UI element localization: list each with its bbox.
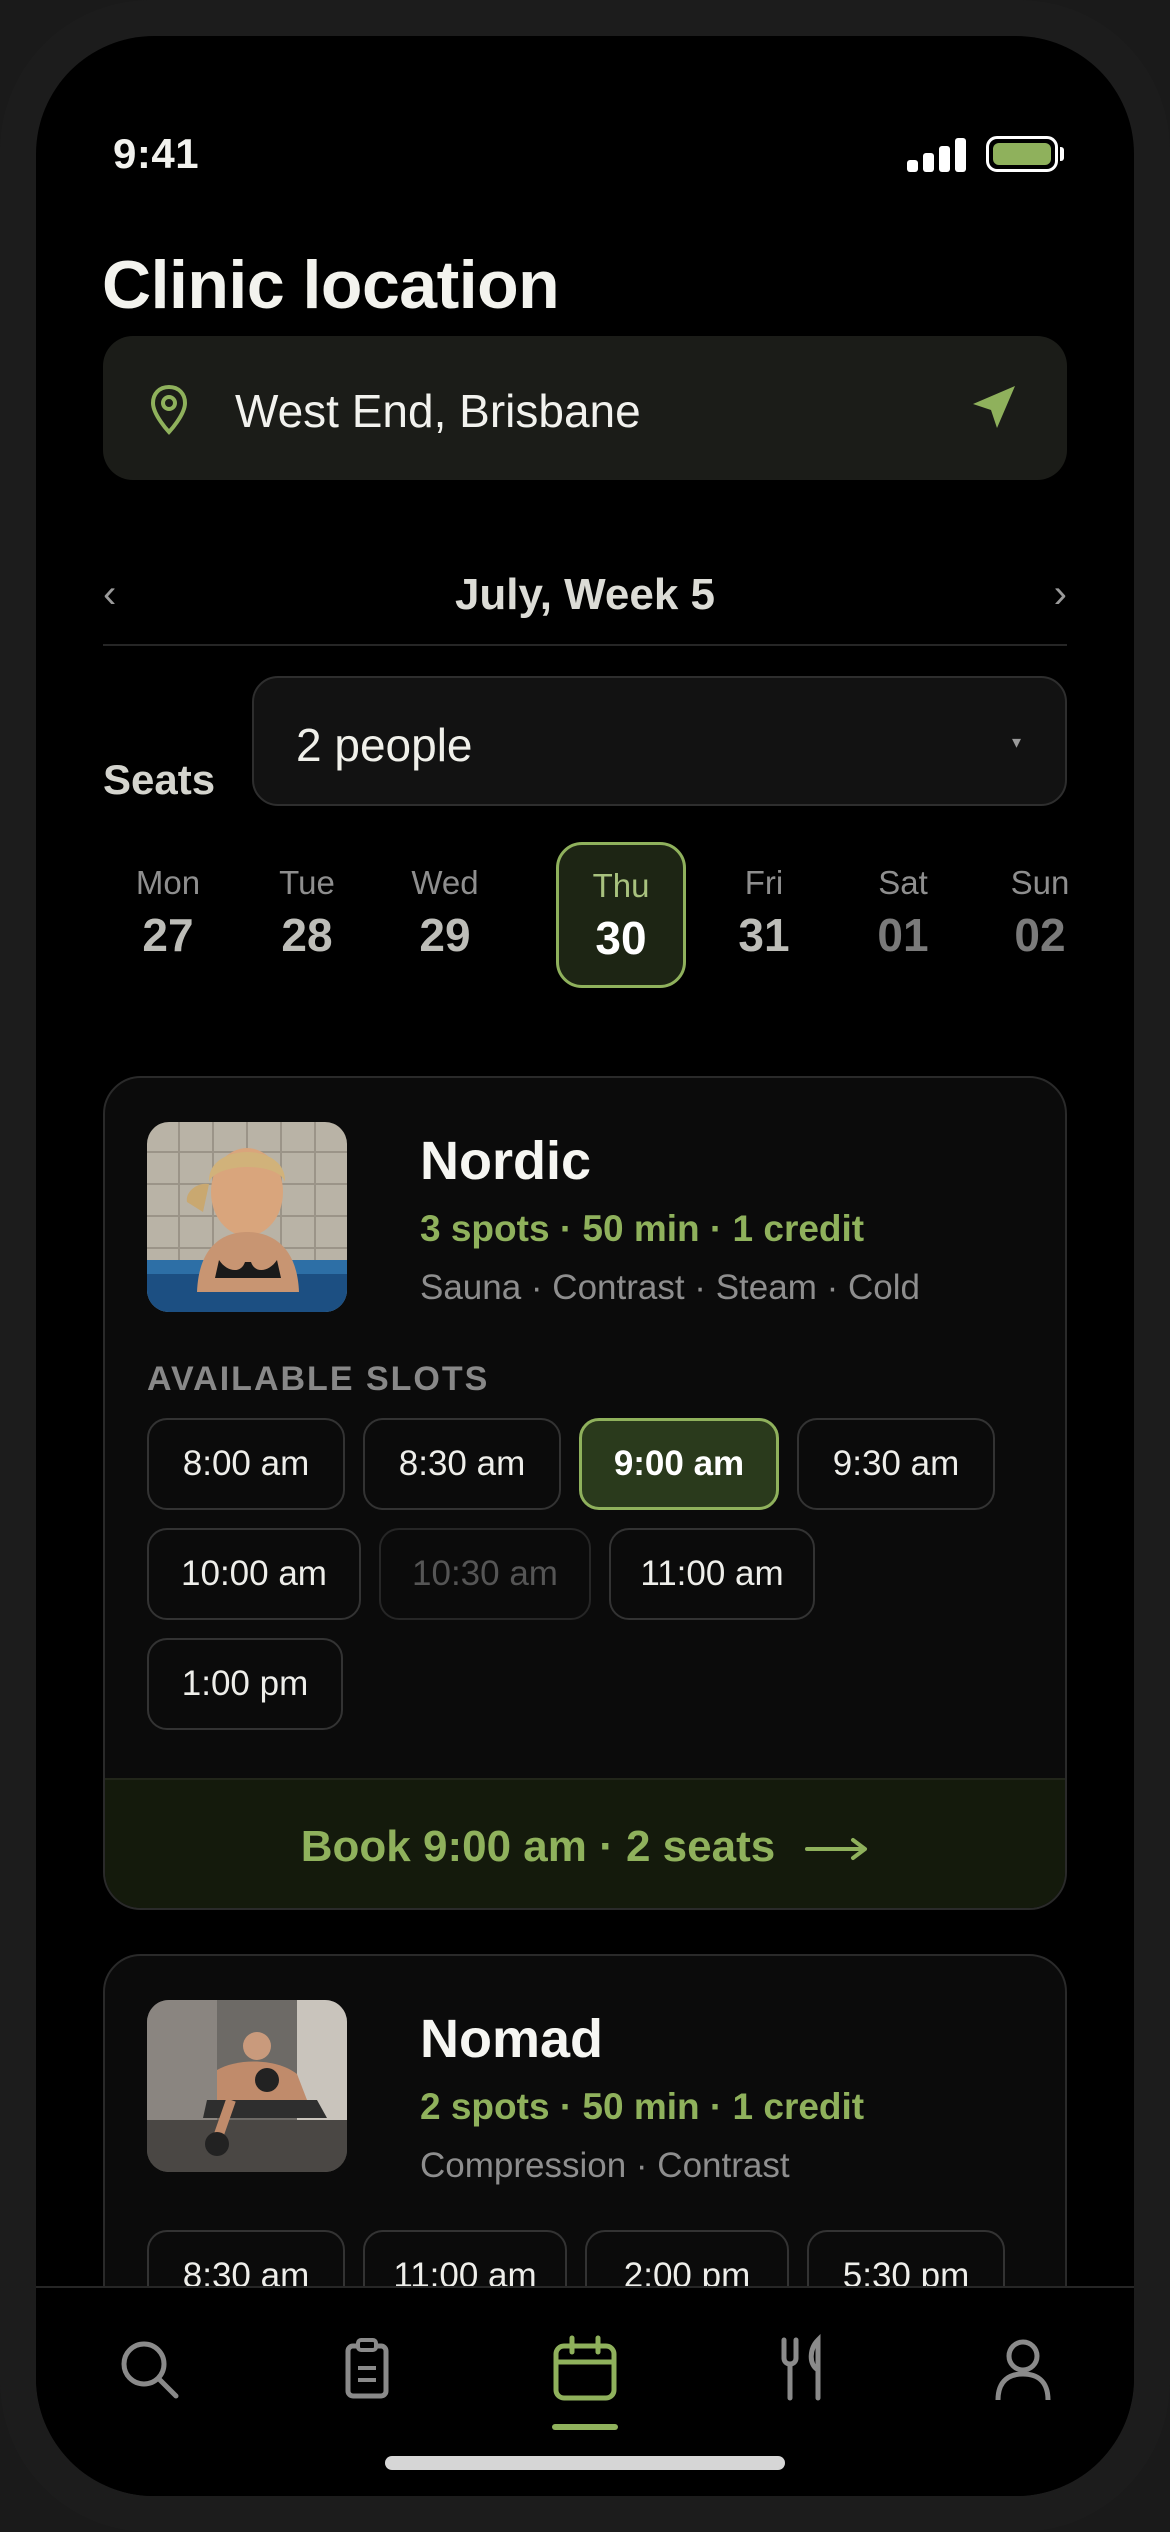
location-value: West End, Brisbane xyxy=(235,385,641,437)
book-button-content: Book 9:00 am · 2 seats xyxy=(105,1822,1065,1872)
day-wed[interactable]: Wed 29 xyxy=(380,842,510,988)
battery-cap xyxy=(1060,147,1064,161)
clinic-tags: Compression · Contrast xyxy=(420,2146,790,2185)
day-number: 02 xyxy=(1014,909,1066,961)
day-name: Fri xyxy=(744,864,784,901)
day-name: Sat xyxy=(878,864,928,901)
clinic-photo xyxy=(147,2000,347,2172)
slot-button[interactable]: 11:00 am xyxy=(609,1528,815,1620)
next-week-button[interactable]: › xyxy=(1054,572,1067,617)
clinic-name: Nomad xyxy=(420,2009,604,2069)
day-number: 27 xyxy=(142,909,194,961)
device-frame: 9:41 Clinic location West End, Brisbane … xyxy=(0,0,1170,2532)
home-indicator xyxy=(385,2456,785,2470)
slot-button-selected[interactable]: 9:00 am xyxy=(579,1418,779,1510)
signal-icon xyxy=(907,138,967,172)
slot-button[interactable]: 1:00 pm xyxy=(147,1638,343,1730)
seats-label: Seats xyxy=(103,756,216,803)
active-tab-indicator xyxy=(552,2424,618,2430)
slot-button[interactable]: 10:00 am xyxy=(147,1528,361,1620)
day-sun[interactable]: Sun 02 xyxy=(975,842,1105,988)
calendar-icon xyxy=(553,2335,617,2401)
book-button[interactable]: Book 9:00 am · 2 seats xyxy=(105,1778,1065,1908)
week-navigator: ‹ July, Week 5 › xyxy=(103,556,1067,646)
map-pin-icon xyxy=(150,384,188,435)
slot-button[interactable]: 8:30 am xyxy=(363,1418,561,1510)
search-icon xyxy=(121,2341,179,2399)
page-title: Clinic location xyxy=(102,247,560,323)
day-mon[interactable]: Mon 27 xyxy=(103,842,233,988)
day-name: Thu xyxy=(592,867,650,904)
person-icon xyxy=(995,2339,1051,2401)
day-thu[interactable]: Thu 30 xyxy=(556,842,686,988)
seats-dropdown[interactable]: 2 people ▾ xyxy=(252,676,1067,806)
utensils-icon xyxy=(781,2333,821,2401)
day-strip: Mon 27 Tue 28 Wed 29 Thu 30 Fri 31 Sat 0… xyxy=(103,842,1069,988)
day-fri[interactable]: Fri 31 xyxy=(699,842,829,988)
tab-calendar[interactable] xyxy=(550,2334,620,2404)
clinic-photo xyxy=(147,1122,347,1312)
day-sat[interactable]: Sat 01 xyxy=(838,842,968,988)
tab-clipboard[interactable] xyxy=(332,2334,402,2404)
day-name: Wed xyxy=(411,864,479,901)
chevron-down-icon: ▾ xyxy=(1011,732,1021,752)
clinic-meta: 2 spots · 50 min · 1 credit xyxy=(420,2086,865,2127)
day-name: Mon xyxy=(135,864,201,901)
seats-value: 2 people xyxy=(296,719,473,771)
clinic-tags: Sauna · Contrast · Steam · Cold xyxy=(420,1268,920,1307)
battery-icon xyxy=(986,136,1058,172)
day-number: 28 xyxy=(281,909,333,961)
clinic-name: Nordic xyxy=(420,1131,592,1191)
location-field[interactable]: West End, Brisbane xyxy=(103,336,1067,480)
tab-profile[interactable] xyxy=(988,2334,1058,2404)
slot-button[interactable]: 9:30 am xyxy=(797,1418,995,1510)
day-name: Tue xyxy=(279,864,335,901)
slot-button-disabled: 10:30 am xyxy=(379,1528,591,1620)
slots-heading: AVAILABLE SLOTS xyxy=(147,1360,490,1398)
arrow-right-icon xyxy=(805,1838,868,1861)
day-number: 01 xyxy=(877,909,929,961)
slot-button[interactable]: 8:00 am xyxy=(147,1418,345,1510)
tab-search[interactable] xyxy=(114,2334,184,2404)
navigation-arrow-icon[interactable] xyxy=(969,382,1019,432)
book-label: Book 9:00 am · 2 seats xyxy=(300,1822,776,1871)
day-number: 29 xyxy=(419,909,471,961)
clipboard-icon xyxy=(345,2338,389,2399)
week-label: July, Week 5 xyxy=(454,570,716,619)
status-time: 9:41 xyxy=(113,130,200,177)
day-number: 31 xyxy=(738,909,790,961)
screen: 9:41 Clinic location West End, Brisbane … xyxy=(36,36,1134,2496)
tab-meals[interactable] xyxy=(770,2333,840,2404)
clinic-card-nordic: Nordic 3 spots · 50 min · 1 credit Sauna… xyxy=(103,1076,1067,1910)
day-name: Sun xyxy=(1010,864,1070,901)
day-number: 30 xyxy=(595,912,647,964)
clinic-meta: 3 spots · 50 min · 1 credit xyxy=(420,1208,865,1249)
day-tue[interactable]: Tue 28 xyxy=(242,842,372,988)
